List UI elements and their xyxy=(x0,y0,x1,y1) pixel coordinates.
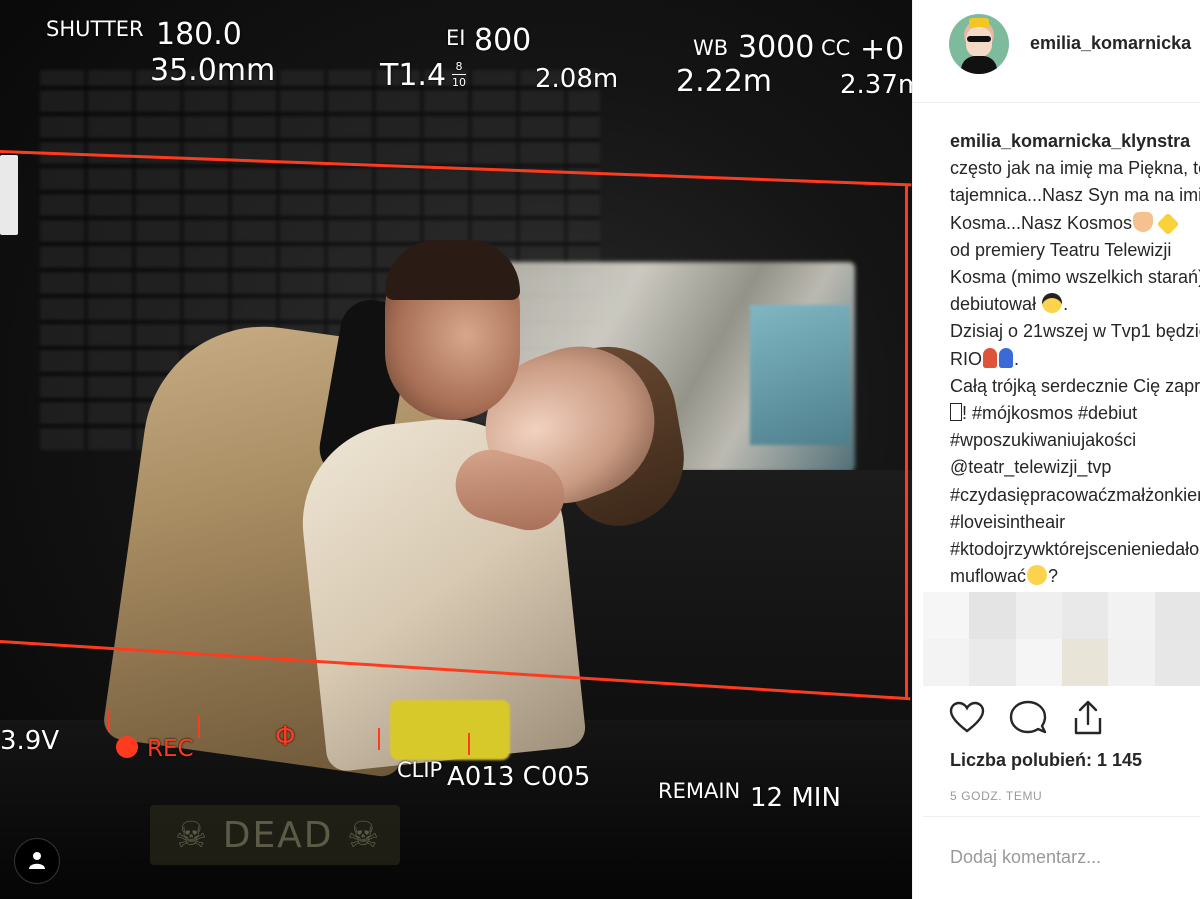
frame-marker xyxy=(0,155,18,235)
blur-tile xyxy=(1154,592,1200,639)
caption-line: Całą trójką serdecznie Cię zapraszamy xyxy=(950,375,1200,396)
caption-line: Kosma...Nasz Kosmos xyxy=(950,212,1133,233)
comments-blurred xyxy=(923,592,1200,686)
focal-length: 35.0mm xyxy=(150,53,276,88)
remain-label: REMAIN xyxy=(658,779,741,803)
shutter-label: SHUTTER xyxy=(46,17,144,41)
blur-tile xyxy=(1061,639,1109,686)
user-icon xyxy=(29,852,45,869)
account-button[interactable] xyxy=(14,838,60,884)
yellow-object xyxy=(390,700,510,760)
caption-line: ! #mójkosmos #debiut xyxy=(962,403,1138,424)
blur-tile xyxy=(1154,639,1200,686)
background-screen xyxy=(750,305,850,445)
wb-value: 3000 xyxy=(738,30,815,65)
wb-label: WB xyxy=(693,36,729,60)
caption-line: Kosma (mimo wszelkich starań) xyxy=(950,267,1200,288)
hashtag-link[interactable]: #loveisintheair xyxy=(950,509,1200,536)
caption-line: Dzisiaj o 21wszej w Tvp1 będzie xyxy=(950,321,1200,342)
blur-tile xyxy=(1015,592,1062,639)
caption-line: ? xyxy=(1048,566,1059,587)
ei-label: EI xyxy=(446,26,466,50)
sunglasses-emoji-icon xyxy=(1042,293,1063,314)
divider xyxy=(923,816,1200,817)
caption-line: od premiery Teatru Telewizji xyxy=(950,239,1172,260)
dead-sign-text: ☠ DEAD ☠ xyxy=(175,815,382,856)
shutter-value: 180.0 xyxy=(156,17,242,52)
avatar-glasses xyxy=(967,36,991,42)
cc-label: CC xyxy=(821,36,851,60)
post-photo[interactable]: ☠ DEAD ☠ Φ SHUTTER 180.0 35.0mm EI 800 T… xyxy=(0,0,912,899)
timeline-tick xyxy=(468,733,470,755)
caption-line: muflować xyxy=(950,566,1027,587)
post-header: emilia_komarnicka xyxy=(913,0,1200,103)
caption-line: debiutował xyxy=(950,294,1037,315)
blur-tile xyxy=(969,639,1016,686)
remain-value: 12 MIN xyxy=(750,783,841,813)
clip-value: A013 C005 xyxy=(447,762,591,792)
blur-tile xyxy=(969,592,1016,639)
caption-line: często jak na imię ma Piękna, to xyxy=(950,158,1200,179)
cc-value: +0 xyxy=(860,32,905,67)
avatar[interactable] xyxy=(949,14,1009,74)
post-time[interactable]: 5 GODZ. TEMU xyxy=(950,789,1042,803)
share-icon[interactable] xyxy=(1068,698,1108,738)
phi-icon: Φ xyxy=(275,722,296,752)
smile-emoji-icon xyxy=(1027,565,1048,586)
blur-tile xyxy=(923,639,970,686)
hashtag-link[interactable]: #czydasiępracowaćzmałżonkiem xyxy=(950,482,1200,509)
comment-icon[interactable] xyxy=(1008,698,1048,738)
praying-hands-icon xyxy=(1133,211,1154,232)
t-stop-fraction-num: 8 xyxy=(455,60,463,73)
caption-line-wrap: debiutował . xyxy=(950,293,1069,315)
timeline-tick xyxy=(198,716,200,738)
caption-line-wrap: ! #mójkosmos #debiut xyxy=(950,400,1200,427)
clip-label: CLIP xyxy=(397,758,443,782)
blur-tile xyxy=(1108,639,1155,686)
t-stop-fraction-den: 10 xyxy=(452,76,466,89)
distance-focus: 2.22m xyxy=(676,64,773,99)
hashtag-link[interactable]: #ktodojrzywktórejscenieniedało xyxy=(950,536,1200,563)
blur-tile xyxy=(1108,592,1155,639)
caption-line: RIO xyxy=(950,348,983,369)
comment-input[interactable]: Dodaj komentarz... xyxy=(950,847,1101,868)
blur-tile xyxy=(923,592,970,639)
distance-far: 2.37m xyxy=(840,70,912,100)
missing-glyph-icon xyxy=(950,403,962,422)
avatar-body xyxy=(961,56,997,74)
t-stop-fraction: 8 10 xyxy=(452,61,466,88)
mention-link[interactable]: @teatr_telewizji_tvp xyxy=(950,454,1200,481)
timeline-tick xyxy=(108,710,110,732)
dancer-icon xyxy=(983,347,998,368)
avatar-face xyxy=(966,27,992,57)
hashtag-link[interactable]: #wposzukiwaniujakości xyxy=(950,427,1200,454)
caption-line-wrap: Kosma...Nasz Kosmos xyxy=(950,210,1200,237)
caption-line-wrap: RIO. xyxy=(950,347,1020,369)
blur-tile xyxy=(1061,592,1109,639)
likes-count[interactable]: Liczba polubień: 1 145 xyxy=(950,750,1142,771)
t-stop: T1.4 xyxy=(380,58,447,93)
username-link[interactable]: emilia_komarnicka xyxy=(1030,33,1191,54)
heart-icon[interactable] xyxy=(947,698,987,738)
frame-right-line xyxy=(905,184,908,699)
timeline-tick xyxy=(378,728,380,750)
distance-near: 2.08m xyxy=(535,64,619,94)
dancing-man-icon xyxy=(999,347,1014,368)
ei-value: 800 xyxy=(474,23,532,58)
post-caption: emilia_komarnicka_klynstra często jak na… xyxy=(950,128,1200,590)
caption-line: tajemnica...Nasz Syn ma na imię xyxy=(950,185,1200,206)
record-dot-icon xyxy=(116,736,138,758)
sparkles-icon xyxy=(1156,212,1180,235)
post-sidebar: emilia_komarnicka emilia_komarnicka_klyn… xyxy=(912,0,1200,899)
battery-voltage: 3.9V xyxy=(0,726,60,756)
caption-line-wrap: muflować? xyxy=(950,563,1200,590)
caption-username[interactable]: emilia_komarnicka_klynstra xyxy=(950,131,1190,151)
blur-tile xyxy=(1015,639,1062,686)
rec-label: REC xyxy=(147,736,194,762)
